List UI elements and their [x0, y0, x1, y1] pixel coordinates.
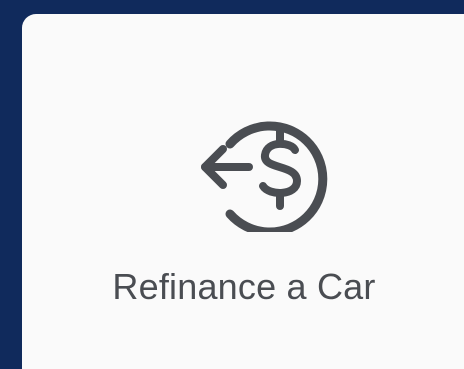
refinance-dollar-arrow-icon [197, 102, 347, 232]
refinance-car-card[interactable]: Refinance a Car [22, 14, 464, 369]
card-label: Refinance a Car [112, 266, 376, 307]
